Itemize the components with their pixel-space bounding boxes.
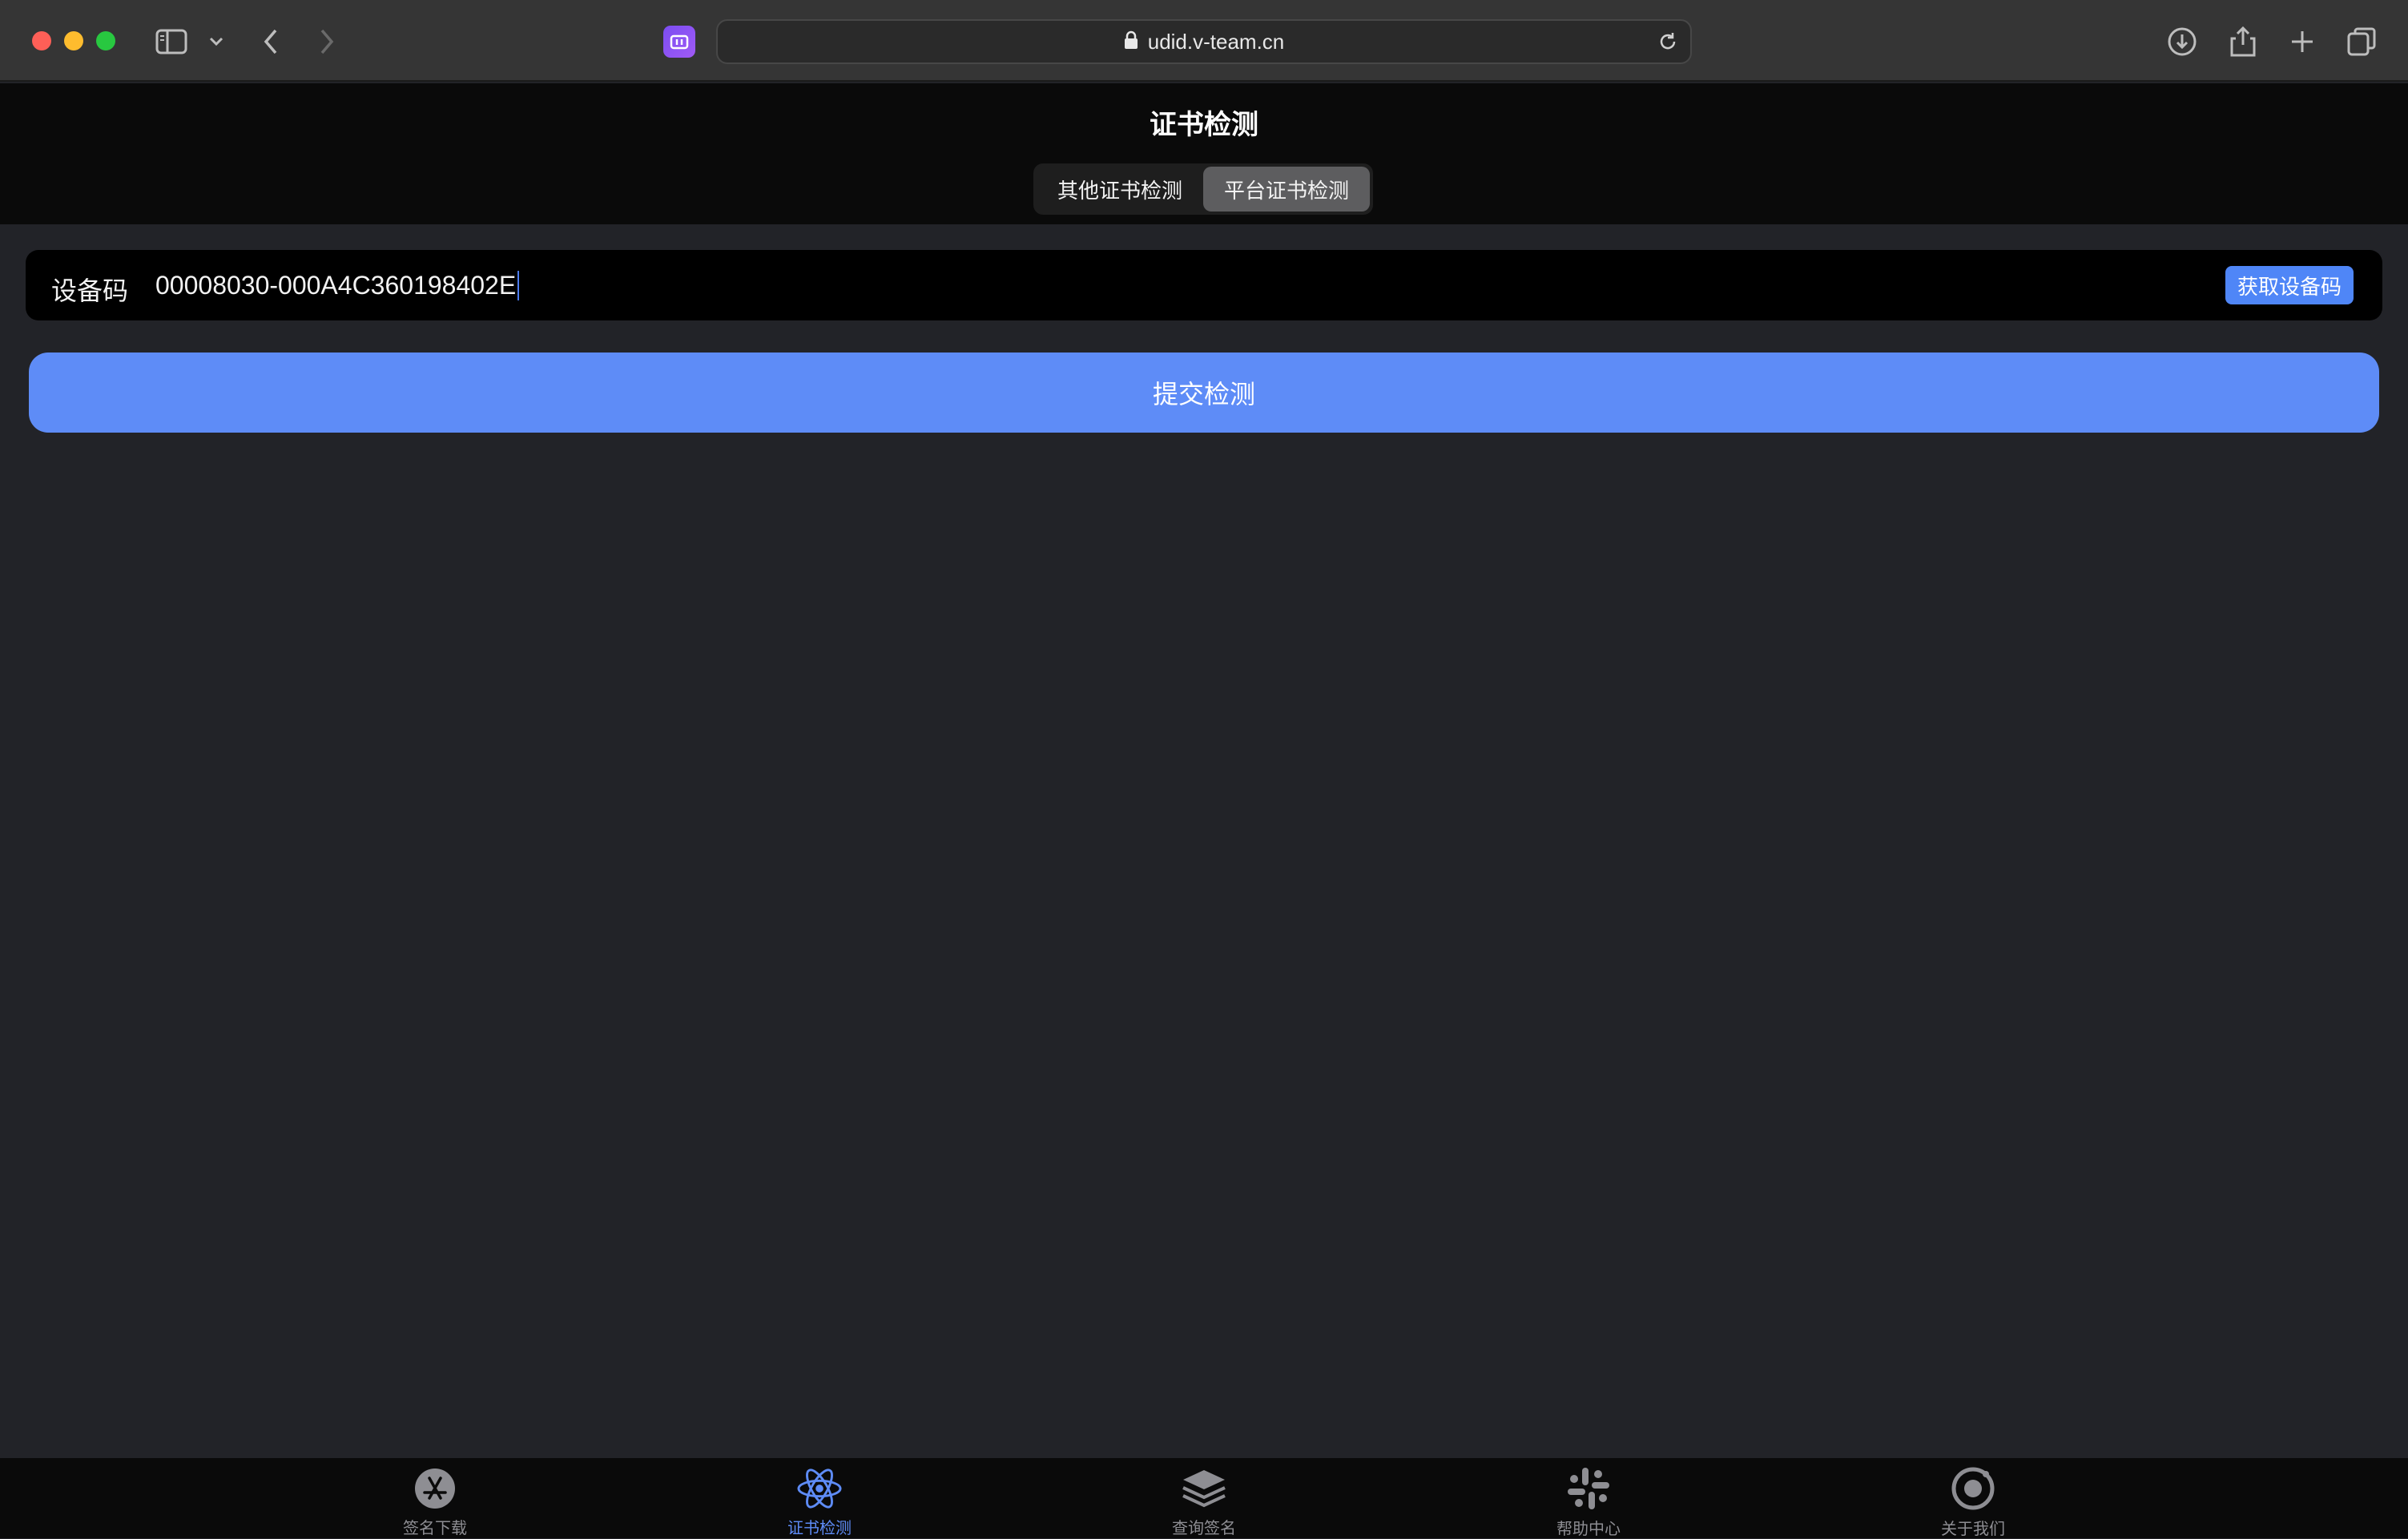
tab-label: 证书检测 [787,1520,852,1537]
get-device-code-button[interactable]: 获取设备码 [2225,266,2354,304]
close-window-button[interactable] [32,31,51,50]
device-code-label: 设备码 [51,276,129,305]
back-icon[interactable] [253,24,288,59]
tab-sign-download[interactable]: 签名下载 [355,1466,515,1538]
target-icon [1951,1466,1995,1511]
tab-label: 帮助中心 [1556,1521,1621,1538]
bottom-tab-bar: 签名下载 证书检测 查询签名 帮助中心 关于我们 [0,1458,2408,1538]
tab-query-signature[interactable]: 查询签名 [1124,1466,1284,1538]
atom-icon [797,1466,842,1510]
tab-label: 关于我们 [1941,1521,2005,1538]
device-code-row: 设备码 00008030-000A4C360198402E 获取设备码 [26,250,2382,320]
download-icon[interactable] [2164,24,2200,59]
browser-window: udid.v-team.cn 证书检测 其他证书检测 平台证书检测 设备码 00… [0,0,2408,1538]
segment-other-cert-check[interactable]: 其他证书检测 [1037,167,1203,212]
tab-cert-check[interactable]: 证书检测 [739,1466,900,1538]
layers-icon [1182,1466,1226,1510]
reload-icon[interactable] [1657,30,1679,57]
segment-platform-cert-check[interactable]: 平台证书检测 [1203,167,1370,212]
extension-icon[interactable] [663,26,695,58]
tab-about-us[interactable]: 关于我们 [1893,1466,2053,1538]
sidebar-toggle-icon[interactable] [154,24,189,59]
hash-grid-icon [1566,1466,1611,1511]
minimize-window-button[interactable] [64,31,83,50]
tab-label: 查询签名 [1172,1520,1236,1537]
device-code-input[interactable]: 00008030-000A4C360198402E [155,271,520,300]
chevron-down-icon[interactable] [200,24,232,59]
tab-overview-icon[interactable] [2344,24,2379,59]
app-header: 证书检测 其他证书检测 平台证书检测 [0,83,2408,224]
segmented-control: 其他证书检测 平台证书检测 [1033,163,1373,215]
browser-toolbar: udid.v-team.cn [0,0,2408,82]
url-text: udid.v-team.cn [1147,29,1285,54]
address-bar[interactable]: udid.v-team.cn [716,19,1692,64]
submit-check-button[interactable]: 提交检测 [29,353,2379,433]
tab-help-center[interactable]: 帮助中心 [1508,1466,1669,1538]
tab-label: 签名下载 [403,1520,467,1537]
share-icon[interactable] [2225,24,2261,59]
zoom-window-button[interactable] [96,31,115,50]
forward-icon[interactable] [309,24,344,59]
new-tab-icon[interactable] [2285,24,2320,59]
lock-icon [1124,30,1138,54]
app-store-icon [413,1466,457,1510]
page-title: 证书检测 [1150,110,1258,140]
